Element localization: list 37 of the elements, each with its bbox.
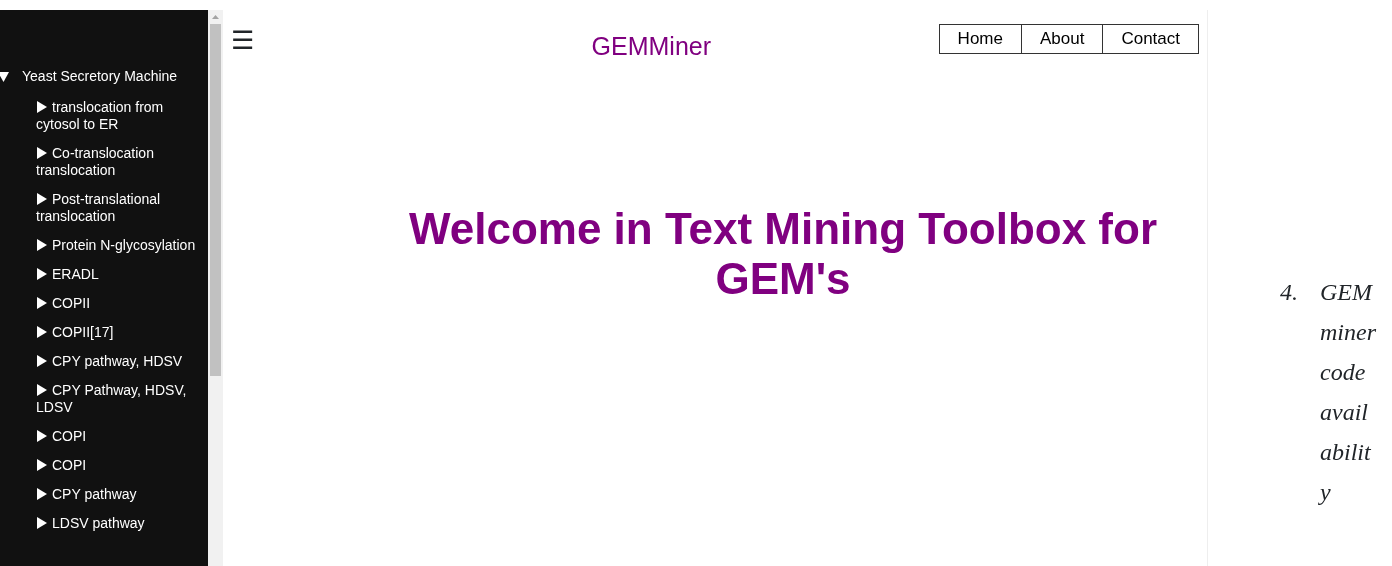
nav-button[interactable]: Contact (1103, 24, 1199, 54)
collapsed-triangle-icon[interactable] (36, 488, 48, 500)
collapsed-triangle-icon[interactable] (36, 268, 48, 280)
collapsed-triangle-icon[interactable] (36, 459, 48, 471)
collapsed-triangle-icon[interactable] (36, 355, 48, 367)
expanded-triangle-icon[interactable] (0, 70, 10, 83)
collapsed-triangle-icon[interactable] (36, 193, 48, 205)
collapsed-triangle-icon[interactable] (36, 147, 48, 159)
collapsed-triangle-icon[interactable] (36, 326, 48, 338)
welcome-heading: Welcome in Text Mining Toolbox for GEM's (408, 204, 1158, 304)
site-title: GEMMiner (590, 31, 713, 62)
collapsed-triangle-icon[interactable] (36, 430, 48, 442)
collapsed-triangle-icon[interactable] (36, 384, 48, 396)
tree-item[interactable]: COPI (0, 428, 208, 445)
collapsed-triangle-icon[interactable] (36, 297, 48, 309)
tree-item[interactable]: LDSV pathway (0, 515, 208, 532)
tree-item[interactable]: Post-translational translocation (0, 191, 208, 225)
tree-item[interactable]: CPY pathway, HDSV (0, 353, 208, 370)
nav-button[interactable]: Home (938, 24, 1022, 54)
tree-item[interactable]: Co-translocation translocation (0, 145, 208, 179)
list-item-text: GEMminer code availability (1320, 278, 1377, 507)
collapsed-triangle-icon[interactable] (36, 239, 48, 251)
list-number: 4. (1280, 278, 1298, 307)
collapsed-triangle-icon[interactable] (36, 517, 48, 529)
menu-icon[interactable]: ☰ (231, 26, 254, 54)
tree-item[interactable]: Protein N-glycosylation (0, 237, 208, 254)
tree-item[interactable]: CPY Pathway, HDSV, LDSV (0, 382, 208, 416)
tree-item[interactable]: COPI (0, 457, 208, 474)
tree-item[interactable]: Yeast Secretory Machine (22, 66, 178, 87)
tree-item[interactable]: ERADL (0, 266, 208, 283)
tree-item[interactable]: CPY pathway (0, 486, 208, 503)
tree-item[interactable]: COPII (0, 295, 208, 312)
nav-button[interactable]: About (1021, 24, 1104, 54)
tree-item[interactable]: translocation from cytosol to ER (0, 99, 208, 133)
scrollbar[interactable] (208, 10, 223, 566)
tree-item[interactable]: COPII[17] (0, 324, 208, 341)
collapsed-triangle-icon[interactable] (36, 101, 48, 113)
